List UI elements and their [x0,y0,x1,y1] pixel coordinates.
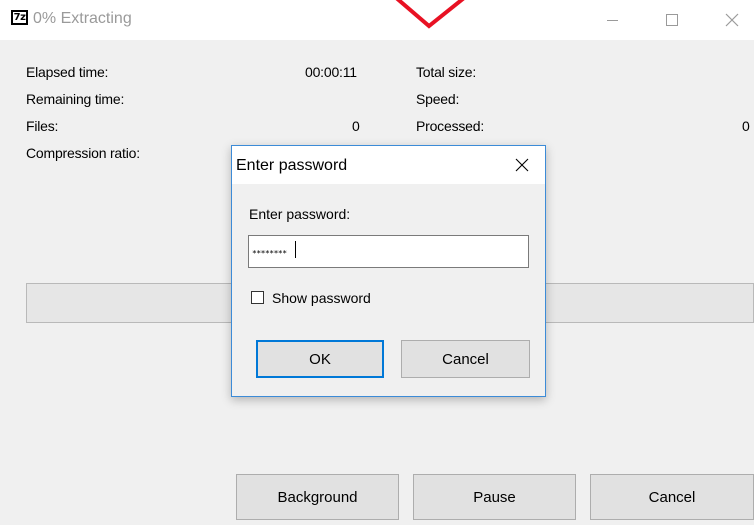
background-button[interactable]: Background [236,474,399,520]
show-password-label[interactable]: Show password [272,290,371,306]
dialog-close-button[interactable] [510,154,534,176]
speed-label: Speed: [416,91,460,107]
dialog-title: Enter password [236,157,348,174]
enter-password-dialog: Enter password Enter password: Show pass… [231,145,546,397]
title-bar: 7z 0% Extracting [0,0,754,40]
red-chevron-mark [395,0,465,29]
show-password-checkbox[interactable] [251,291,264,304]
close-button[interactable] [709,0,754,40]
dialog-cancel-button[interactable]: Cancel [401,340,530,378]
dialog-title-bar: Enter password [232,146,545,184]
close-icon [725,13,739,27]
total-size-label: Total size: [416,64,477,80]
files-value: 0 [352,118,360,134]
remaining-time-label: Remaining time: [26,91,125,107]
close-icon [515,158,529,172]
maximize-button[interactable] [649,0,695,40]
processed-label: Processed: [416,118,485,134]
elapsed-time-label: Elapsed time: [26,64,109,80]
password-input[interactable] [248,235,529,268]
window-title: 0% Extracting [33,10,132,27]
minimize-icon [606,19,618,21]
compression-ratio-label: Compression ratio: [26,145,140,161]
processed-value: 0 [742,118,750,134]
maximize-icon [666,14,678,26]
pause-button[interactable]: Pause [413,474,576,520]
7zip-app-icon: 7z [11,10,28,25]
minimize-button[interactable] [589,0,635,40]
cancel-button[interactable]: Cancel [590,474,754,520]
password-prompt-label: Enter password: [249,206,351,222]
ok-button[interactable]: OK [256,340,384,378]
files-label: Files: [26,118,59,134]
text-cursor [295,241,296,258]
elapsed-time-value: 00:00:11 [305,64,357,80]
